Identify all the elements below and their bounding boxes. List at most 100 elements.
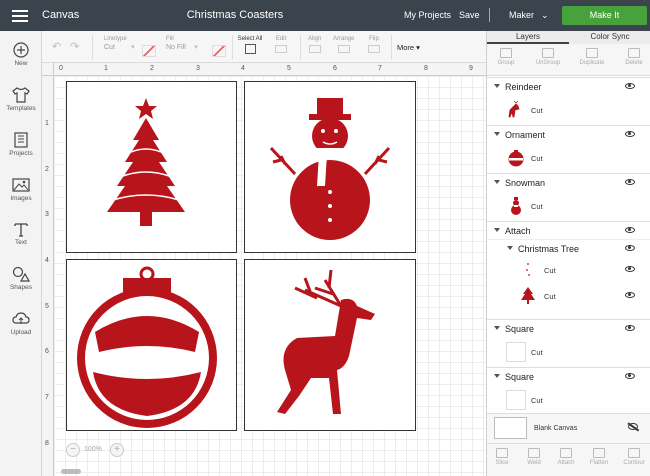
layer-tools: Group UnGroup Duplicate Delete	[487, 44, 650, 76]
reindeer-tile[interactable]	[244, 259, 416, 431]
eye-icon[interactable]	[625, 373, 635, 379]
attach-button[interactable]: Attach	[551, 448, 581, 466]
nav-upload[interactable]: Upload	[0, 311, 42, 336]
weld-button[interactable]: Weld	[519, 448, 549, 466]
nav-images[interactable]: Images	[0, 177, 42, 202]
top-header: Canvas Christmas Coasters My Projects Sa…	[0, 0, 650, 31]
caret-down-icon[interactable]	[507, 246, 513, 250]
nav-new[interactable]: New	[0, 42, 42, 67]
flatten-label: Flatten	[589, 460, 609, 466]
group-button[interactable]: Group	[491, 48, 521, 66]
layer-group-square[interactable]: Square	[487, 319, 650, 337]
contour-button[interactable]: Contour	[619, 448, 649, 466]
caret-down-icon[interactable]	[494, 180, 500, 184]
weld-label: Weld	[527, 460, 541, 466]
layer-group-reindeer[interactable]: Reindeer	[487, 77, 650, 95]
slice-button[interactable]: Slice	[487, 448, 517, 466]
layer-item[interactable]: Cut	[487, 385, 650, 415]
toolbar-divider	[232, 35, 233, 59]
tab-color-sync[interactable]: Color Sync	[569, 32, 650, 41]
eye-icon[interactable]	[625, 245, 635, 251]
dots-thumbnail	[518, 260, 538, 280]
trash-icon	[628, 48, 640, 58]
christmas-tree-tile[interactable]	[66, 81, 237, 253]
nav-projects-label: Projects	[9, 150, 33, 157]
image-icon	[12, 178, 30, 192]
zoom-in-button[interactable]: +	[110, 443, 124, 457]
undo-icon[interactable]: ↶	[52, 40, 61, 53]
flip-button[interactable]: Flip	[368, 36, 380, 55]
layer-item[interactable]: Cut	[487, 257, 650, 283]
layer-group-square[interactable]: Square	[487, 367, 650, 385]
make-it-button[interactable]: Make It	[562, 6, 647, 25]
eye-off-icon[interactable]	[628, 423, 638, 430]
eye-icon[interactable]	[625, 131, 635, 137]
eye-icon[interactable]	[625, 292, 635, 298]
layers-list: Reindeer Cut Ornament Cut Snowman Cut At…	[487, 77, 650, 443]
eye-icon[interactable]	[625, 179, 635, 185]
chevron-down-icon[interactable]: ⌄	[541, 10, 549, 21]
ruler-tick-label: 9	[469, 65, 473, 72]
layer-group-ornament[interactable]: Ornament	[487, 125, 650, 143]
delete-button[interactable]: Delete	[619, 48, 649, 66]
nav-projects[interactable]: Projects	[0, 132, 42, 157]
caret-down-icon[interactable]	[494, 132, 500, 136]
paperclip-icon	[560, 448, 572, 458]
ungroup-button[interactable]: UnGroup	[533, 48, 563, 66]
header-divider	[489, 8, 490, 22]
redo-icon[interactable]: ↷	[70, 40, 79, 53]
select-all-button[interactable]: Select All	[237, 36, 263, 56]
horizontal-scrollbar[interactable]	[61, 469, 81, 474]
linetype-color-swatch[interactable]	[142, 45, 156, 57]
linetype-control[interactable]: Linetype Cut ▾	[104, 36, 135, 51]
ruler-tick-label: 8	[45, 440, 49, 447]
edit-toolbar: ↶ ↷ Linetype Cut ▾ Fill No Fill ▾ Select…	[42, 31, 486, 63]
caret-down-icon[interactable]	[494, 326, 500, 330]
arrange-label: Arrange	[333, 36, 355, 42]
layer-item[interactable]: Cut	[487, 191, 650, 221]
layer-item[interactable]: Cut	[487, 143, 650, 173]
delete-label: Delete	[625, 60, 643, 66]
layer-item[interactable]: Cut	[487, 337, 650, 367]
snowman-tile[interactable]	[244, 81, 416, 253]
edit-button[interactable]: Edit	[275, 36, 287, 55]
eye-icon[interactable]	[625, 266, 635, 272]
blank-canvas-row[interactable]: Blank Canvas	[487, 413, 650, 443]
toolbar-divider	[300, 35, 301, 59]
zoom-out-button[interactable]: −	[66, 443, 80, 457]
align-button[interactable]: Align	[308, 36, 321, 55]
eye-icon[interactable]	[625, 227, 635, 233]
duplicate-button[interactable]: Duplicate	[577, 48, 607, 66]
nav-text[interactable]: Text	[0, 221, 42, 246]
machine-select[interactable]: Maker	[509, 10, 534, 20]
ruler-tick-label: 1	[104, 65, 108, 72]
fill-control[interactable]: Fill No Fill ▾	[166, 36, 198, 51]
layer-group-attach[interactable]: Attach	[487, 221, 650, 239]
caret-down-icon[interactable]	[494, 84, 500, 88]
eye-icon[interactable]	[625, 325, 635, 331]
layer-item-label: Cut	[544, 266, 556, 275]
nav-templates[interactable]: Templates	[0, 87, 42, 112]
arrange-button[interactable]: Arrange	[333, 36, 354, 55]
ornament-tile[interactable]	[66, 259, 237, 431]
layer-item[interactable]: Cut	[487, 95, 650, 125]
eye-icon[interactable]	[625, 83, 635, 89]
linetype-value: Cut	[104, 44, 115, 51]
design-canvas[interactable]	[54, 76, 486, 476]
layer-group-snowman[interactable]: Snowman	[487, 173, 650, 191]
fill-color-swatch[interactable]	[212, 45, 226, 57]
layer-subgroup-christmas-tree[interactable]: Christmas Tree	[487, 239, 650, 257]
save-link[interactable]: Save	[459, 10, 480, 20]
blank-canvas-thumbnail	[494, 417, 527, 439]
my-projects-link[interactable]: My Projects	[404, 10, 451, 20]
caret-down-icon[interactable]	[494, 228, 500, 232]
shapes-icon	[12, 266, 30, 282]
nav-shapes[interactable]: Shapes	[0, 266, 42, 291]
ruler-corner	[42, 63, 54, 76]
layer-item[interactable]: Cut	[487, 283, 650, 309]
more-button[interactable]: More ▾	[397, 43, 420, 52]
caret-down-icon[interactable]	[494, 374, 500, 378]
flatten-button[interactable]: Flatten	[584, 448, 614, 466]
tab-layers[interactable]: Layers	[487, 32, 569, 41]
snowman-design	[269, 98, 391, 240]
